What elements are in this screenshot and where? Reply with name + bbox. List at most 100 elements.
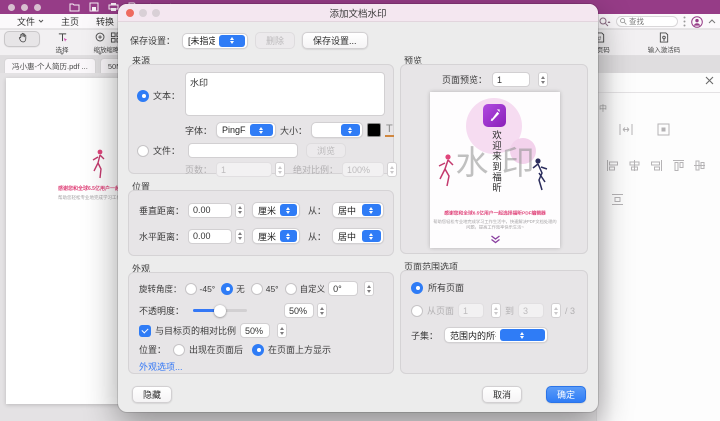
from-page-radio[interactable] (411, 305, 423, 317)
to-page-field[interactable]: 3 (518, 303, 544, 318)
app-zoom-button[interactable] (34, 4, 41, 11)
foxit-pen-logo-icon (483, 104, 506, 127)
rotate-custom-stepper[interactable] (364, 281, 374, 296)
horizontal-from-select[interactable]: 居中 (332, 228, 384, 244)
underline-text-icon[interactable]: T (385, 124, 394, 137)
to-page-stepper[interactable] (551, 303, 561, 318)
activation-code-button[interactable]: 输入激活码 (640, 31, 688, 55)
select-tool-button[interactable]: 选择 (44, 31, 80, 55)
preview-groupbox: 页面预览： 1 欢迎来到福昕 水印 感谢您和全球6.5亿用户一起选择福昕PDF编… (400, 64, 588, 254)
close-panel-icon[interactable] (705, 76, 714, 85)
absolute-scale-label: 绝对比例： (293, 163, 338, 176)
align-right-icon[interactable] (650, 159, 663, 172)
align-top-icon[interactable] (672, 159, 685, 172)
above-page-radio[interactable] (252, 344, 264, 356)
align-center-horizontal-icon[interactable] (628, 159, 641, 172)
dialog-zoom-button[interactable] (152, 9, 160, 17)
browse-label: 浏览 (317, 144, 335, 157)
center-in-box-icon[interactable] (657, 123, 670, 136)
distribute-vertical-icon[interactable] (611, 193, 624, 206)
align-left-icon[interactable] (606, 159, 619, 172)
account-avatar-icon[interactable] (691, 16, 703, 28)
save-settings-button-label: 保存设置... (313, 34, 357, 47)
page-preview-field[interactable]: 1 (492, 72, 530, 87)
hide-button[interactable]: 隐藏 (132, 386, 172, 403)
relative-scale-stepper[interactable] (277, 323, 287, 338)
slider-thumb[interactable] (214, 305, 226, 317)
preview-page-thumbnail: 欢迎来到福昕 水印 感谢您和全球6.5亿用户一起选择福昕PDF编辑器 帮助您轻松… (430, 92, 560, 248)
vertical-unit-select[interactable]: 厘米 (252, 202, 300, 218)
watermark-text-input[interactable]: 水印 (185, 72, 385, 116)
source-groupbox: 文本： 水印 字体： PingFang 大小： T 文件： 浏览 页数： 1 (128, 64, 394, 174)
menu-home[interactable]: 主页 (61, 15, 79, 28)
rotate-neg45-radio[interactable] (185, 283, 197, 295)
text-radio-row: 文本： (137, 89, 180, 102)
text-radio-label: 文本： (153, 89, 180, 102)
find-searchbox[interactable] (616, 16, 678, 27)
rotate-none-radio[interactable] (221, 283, 233, 295)
layer-position-row: 位置： 出现在页面后 在页面上方显示 (139, 343, 331, 356)
align-middle-vertical-icon[interactable] (693, 159, 706, 172)
pages-stepper[interactable] (275, 162, 285, 177)
rotate-custom-field[interactable]: 0° (328, 281, 358, 296)
ok-button-label: 确定 (557, 388, 575, 401)
rotate-custom-radio[interactable] (285, 283, 297, 295)
page-preview-stepper[interactable] (538, 72, 548, 87)
file-path-field[interactable] (188, 143, 298, 158)
browse-button[interactable]: 浏览 (306, 143, 346, 158)
search-mode-icon[interactable] (599, 17, 611, 27)
text-color-swatch[interactable] (367, 123, 381, 137)
svg-text:#: # (598, 35, 602, 42)
dialog-minimize-button[interactable] (139, 9, 147, 17)
save-settings-button[interactable]: 保存设置... (302, 32, 368, 49)
horizontal-unit-select[interactable]: 厘米 (252, 228, 300, 244)
ok-button[interactable]: 确定 (546, 386, 586, 403)
text-radio[interactable] (137, 90, 149, 102)
rotate-45-radio[interactable] (251, 283, 263, 295)
file-radio[interactable] (137, 145, 149, 157)
subset-select[interactable]: 范围内的所有页面 (444, 327, 548, 343)
cancel-button[interactable]: 取消 (482, 386, 522, 403)
app-minimize-button[interactable] (21, 4, 28, 11)
vertical-distance-field[interactable]: 0.00 (188, 203, 232, 218)
open-folder-icon[interactable] (69, 2, 80, 12)
save-icon[interactable] (89, 2, 99, 12)
vertical-from-select[interactable]: 居中 (332, 202, 384, 218)
illustration-person-right-icon (528, 156, 552, 192)
appearance-options-link[interactable]: 外观选项... (139, 360, 183, 373)
relative-scale-checkbox[interactable] (139, 325, 151, 337)
document-page: 感谢您和全球6.5亿用户一起选择福昕PDF编辑器 帮助您轻松专业地完成学习工作生… (6, 78, 120, 404)
distribute-horizontal-icon[interactable] (619, 123, 633, 136)
app-close-button[interactable] (8, 4, 15, 11)
subset-value: 范围内的所有页面 (450, 329, 496, 342)
dialog-close-button[interactable] (126, 9, 134, 17)
from-page-stepper[interactable] (491, 303, 501, 318)
absolute-scale-field[interactable]: 100% (342, 162, 384, 177)
more-options-icon[interactable] (683, 16, 686, 27)
hand-tool-button[interactable]: 手型工具 (4, 31, 40, 47)
absolute-scale-stepper[interactable] (387, 162, 397, 177)
document-tab-active[interactable]: 冯小惠-个人简历.pdf ... (4, 58, 96, 73)
delete-preset-button[interactable]: 删除 (255, 32, 295, 49)
page-preview-label: 页面预览： (442, 73, 487, 86)
relative-scale-field[interactable]: 50% (240, 323, 270, 338)
preset-select[interactable]: [未指定] (182, 33, 248, 49)
font-select[interactable]: PingFang (216, 122, 276, 138)
pages-field[interactable]: 1 (216, 162, 272, 177)
find-input[interactable] (629, 17, 673, 26)
page-range-groupbox: 所有页面 从页面 1 到 3 / 3 子集： 范围内的所有页面 (400, 270, 588, 374)
opacity-field[interactable]: 50% (284, 303, 314, 318)
horizontal-distance-stepper[interactable] (235, 229, 245, 244)
opacity-stepper[interactable] (317, 303, 327, 318)
size-select[interactable] (311, 122, 363, 138)
menu-convert[interactable]: 转换 (96, 15, 114, 28)
all-pages-radio[interactable] (411, 282, 423, 294)
welcome-body-fragment: 帮助您轻松专业地完成学习工作生活中，快速解决PDF文档处理的 (58, 194, 120, 201)
menu-file[interactable]: 文件 (17, 15, 44, 28)
behind-page-radio[interactable] (173, 344, 185, 356)
from-page-field[interactable]: 1 (458, 303, 484, 318)
collapse-ribbon-icon[interactable] (708, 19, 716, 24)
horizontal-distance-field[interactable]: 0.00 (188, 229, 232, 244)
vertical-distance-stepper[interactable] (235, 203, 245, 218)
opacity-slider[interactable] (193, 304, 247, 317)
